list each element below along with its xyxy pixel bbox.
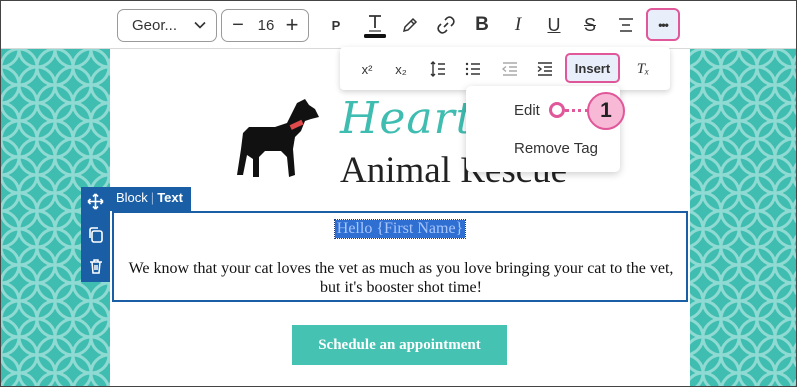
callout-pointer (549, 102, 565, 118)
bold-button[interactable]: B (468, 11, 496, 39)
greeting-line: Hello {First Name} (114, 219, 686, 239)
callout-badge: 1 (587, 92, 625, 130)
trash-icon[interactable] (86, 256, 105, 275)
paragraph-button[interactable]: P (322, 11, 350, 39)
extended-toolbar: x² x₂ Insert Tₓ (340, 47, 670, 90)
editor-window: Hearts & Animal Rescue Block | Text Hello … (0, 0, 797, 387)
font-size-value[interactable]: 16 (252, 17, 280, 34)
font-size-stepper[interactable]: − 16 + (221, 9, 309, 42)
duplicate-icon[interactable] (86, 225, 105, 244)
more-dots-icon: ••• (658, 17, 669, 32)
line-height-icon[interactable] (425, 56, 451, 82)
callout-connector (565, 109, 589, 112)
block-label-separator: | (150, 190, 155, 205)
strikethrough-button[interactable]: S (576, 11, 604, 39)
superscript-button[interactable]: x² (354, 56, 380, 82)
outdent-icon[interactable] (497, 56, 523, 82)
block-type: Text (157, 190, 183, 205)
block-action-rail (81, 187, 110, 282)
link-icon[interactable] (432, 11, 460, 39)
block-label: Block (116, 190, 148, 205)
bullet-list-icon[interactable] (460, 56, 486, 82)
highlight-pen-icon[interactable] (396, 11, 424, 39)
subscript-button[interactable]: x₂ (388, 56, 414, 82)
clear-formatting-button[interactable]: Tₓ (630, 56, 656, 82)
chevron-down-icon (194, 21, 206, 29)
text-block[interactable]: Hello {First Name} We know that your cat… (112, 211, 688, 302)
align-center-icon[interactable] (612, 11, 640, 39)
text-color-icon[interactable] (361, 11, 389, 39)
menu-item-remove-tag[interactable]: Remove Tag (514, 140, 598, 157)
move-icon[interactable] (86, 192, 105, 211)
font-family-select[interactable]: Geor... (117, 9, 217, 42)
more-options-button[interactable]: ••• (646, 8, 680, 41)
underline-button[interactable]: U (540, 11, 568, 39)
menu-item-edit[interactable]: Edit (514, 102, 540, 119)
merge-tag-first-name[interactable]: Hello {First Name} (333, 219, 467, 239)
dog-logo-icon (235, 97, 325, 186)
insert-button[interactable]: Insert (565, 53, 620, 83)
block-type-label: Block | Text (110, 187, 191, 211)
italic-button[interactable]: I (504, 11, 532, 39)
decrease-size-button[interactable]: − (228, 14, 248, 38)
increase-size-button[interactable]: + (282, 14, 302, 38)
font-family-value: Geor... (132, 17, 178, 34)
indent-icon[interactable] (532, 56, 558, 82)
formatting-toolbar: Geor... − 16 + P B I U S ••• (1, 1, 796, 49)
body-paragraph[interactable]: We know that your cat loves the vet as m… (126, 259, 676, 297)
schedule-appointment-button[interactable]: Schedule an appointment (292, 325, 507, 365)
